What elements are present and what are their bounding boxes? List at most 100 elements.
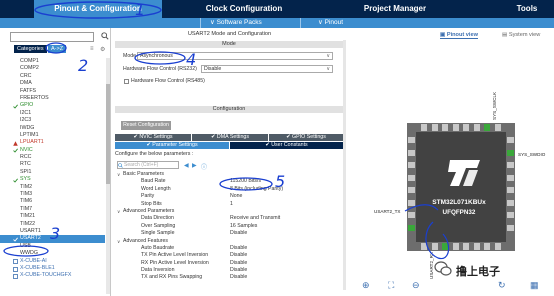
fit-to-window-icon[interactable]: ⛶ [388, 280, 394, 291]
peripheral-item[interactable]: GPIO [0, 102, 105, 109]
parameter-group[interactable]: ∨ Advanced Features [115, 238, 347, 245]
chip-pin[interactable] [494, 124, 501, 131]
peripheral-item[interactable]: SPI1 [0, 169, 105, 176]
tab-project-manager[interactable]: Project Manager [340, 0, 450, 18]
parameter-value[interactable]: Disable [230, 252, 247, 259]
settings-icon[interactable]: ⚙ [100, 46, 105, 53]
peripheral-item[interactable]: FATFS [0, 88, 105, 95]
parameter-group[interactable]: ∨ Basic Parameters [115, 171, 347, 178]
flow-control-select[interactable]: Disable ∨ [201, 65, 333, 73]
tab-dma-settings[interactable]: ✔ DMA Settings [192, 134, 268, 141]
expand-all-icon[interactable]: ≡ [90, 46, 94, 52]
peripheral-item[interactable]: NVIC [0, 147, 105, 154]
parameter-row[interactable]: Parity None [115, 193, 347, 200]
parameter-value[interactable]: Disable [230, 245, 247, 252]
parameter-value[interactable]: Disable [230, 267, 247, 274]
chip-pin[interactable] [473, 243, 480, 250]
chip-pin[interactable] [442, 243, 448, 250]
tab-pinout-view[interactable]: ▣ Pinout view [440, 32, 478, 39]
chip-pin[interactable] [421, 243, 427, 250]
software-packs-menu[interactable]: ∨ Software Packs [210, 18, 262, 28]
parameter-row[interactable]: Word Length 8 Bits (including Parity) [115, 186, 347, 193]
peripheral-item[interactable]: LPTIM1 [0, 132, 105, 139]
chip-pin[interactable] [408, 149, 415, 156]
chip-pin[interactable] [484, 243, 490, 250]
peripheral-item[interactable]: COMP2 [0, 65, 105, 72]
tab-parameter-settings[interactable]: ✔ Parameter Settings [115, 142, 229, 149]
chip-pin[interactable] [452, 243, 459, 250]
peripheral-item[interactable]: X-CUBE-TOUCHGFX [0, 272, 105, 279]
peripheral-item[interactable]: DMA [0, 80, 105, 87]
chip-pin[interactable] [484, 124, 490, 131]
tab-nvic-settings[interactable]: ✔ NVIC Settings [115, 134, 191, 141]
next-match-icon[interactable]: ▶ [192, 162, 197, 169]
zoom-in-icon[interactable]: ⊕ [362, 280, 370, 291]
parameter-value[interactable]: Disable [230, 274, 247, 281]
parameter-row[interactable]: Baud Rate 115200 Bits/s [115, 178, 347, 185]
collapse-icon[interactable]: ∨ [117, 238, 120, 245]
chip-pin[interactable] [408, 174, 415, 181]
peripheral-item[interactable]: LPUART1 [0, 139, 105, 146]
chip-pin[interactable] [421, 124, 427, 131]
peripheral-item[interactable]: I2C1 [0, 110, 105, 117]
tab-tools[interactable]: Tools [500, 0, 554, 18]
peripheral-item[interactable]: FREERTOS [0, 95, 105, 102]
chip-pin[interactable] [408, 137, 415, 143]
parameter-row[interactable]: RX Pin Active Level Inversion Disable [115, 260, 347, 267]
peripheral-item[interactable]: I2C3 [0, 117, 105, 124]
zoom-out-icon[interactable]: ⊖ [412, 280, 420, 291]
chip-pin[interactable] [463, 124, 469, 131]
chip-pin[interactable] [431, 124, 438, 131]
tab-system-view[interactable]: ▤ System view [502, 32, 540, 38]
rotate-icon[interactable]: ↻ [498, 280, 506, 291]
chip-pin[interactable] [507, 149, 514, 156]
peripheral-item[interactable]: TIM21 [0, 213, 105, 220]
parameter-row[interactable]: Data Direction Receive and Transmit [115, 215, 347, 222]
chip-pin[interactable] [507, 187, 514, 193]
peripheral-item[interactable]: IWDG [0, 125, 105, 132]
chip-pin[interactable] [442, 124, 448, 131]
tab-clock-configuration[interactable]: Clock Configuration [180, 0, 308, 18]
mode-select[interactable]: Asynchronous ∨ [137, 52, 333, 60]
config-scrollbar[interactable] [343, 40, 346, 290]
parameter-value[interactable]: None [230, 193, 242, 200]
parameter-row[interactable]: Auto Baudrate Disable [115, 245, 347, 252]
peripheral-item[interactable]: SYS [0, 176, 105, 183]
peripheral-item[interactable]: X-CUBE-AI [0, 258, 105, 265]
search-icon[interactable] [101, 32, 109, 40]
parameter-row[interactable]: TX and RX Pins Swapping Disable [115, 274, 347, 281]
peripheral-item[interactable]: RTC [0, 161, 105, 168]
tab-categories[interactable]: Categories [14, 45, 47, 53]
chip-pin[interactable] [408, 162, 415, 168]
parameter-value[interactable]: Receive and Transmit [230, 215, 280, 222]
peripheral-item[interactable]: TIM2 [0, 184, 105, 191]
peripheral-item[interactable]: USB [0, 243, 105, 250]
tab-gpio-settings[interactable]: ✔ GPIO Settings [269, 134, 343, 141]
chip-pin[interactable] [507, 224, 514, 231]
scrollbar-thumb[interactable] [106, 84, 110, 184]
chip-pin[interactable] [463, 243, 469, 250]
collapse-icon[interactable]: ∨ [117, 171, 120, 178]
chip-pin[interactable] [431, 243, 438, 250]
chip-pin[interactable] [494, 243, 501, 250]
parameter-row[interactable]: Data Inversion Disable [115, 267, 347, 274]
parameter-group[interactable]: ∨ Advanced Parameters [115, 208, 347, 215]
parameter-value[interactable]: 115200 Bits/s [230, 178, 261, 185]
chip-pin[interactable] [408, 187, 415, 193]
parameter-row[interactable]: TX Pin Active Level Inversion Disable [115, 252, 347, 259]
parameter-row[interactable]: Stop Bits 1 [115, 201, 347, 208]
chip-pin[interactable] [408, 224, 415, 231]
grid-icon[interactable]: ▦ [530, 280, 539, 291]
parameter-value[interactable]: Disable [230, 230, 247, 237]
chip-pin[interactable] [473, 124, 480, 131]
tab-user-constants[interactable]: ✔ User Constants [230, 142, 343, 149]
chip-pin[interactable] [507, 174, 514, 181]
peripheral-item[interactable]: CRC [0, 73, 105, 80]
parameter-search-input[interactable]: Search (Ctrl+F) [117, 161, 179, 169]
parameter-row[interactable]: Single Sample Disable [115, 230, 347, 237]
reset-configuration-button[interactable]: Reset Configuration [121, 121, 171, 130]
rs485-checkbox[interactable] [124, 79, 129, 84]
info-icon[interactable]: ⓘ [201, 162, 207, 171]
pinout-menu[interactable]: ∨ Pinout [318, 18, 343, 28]
chip-pin[interactable] [507, 162, 514, 168]
